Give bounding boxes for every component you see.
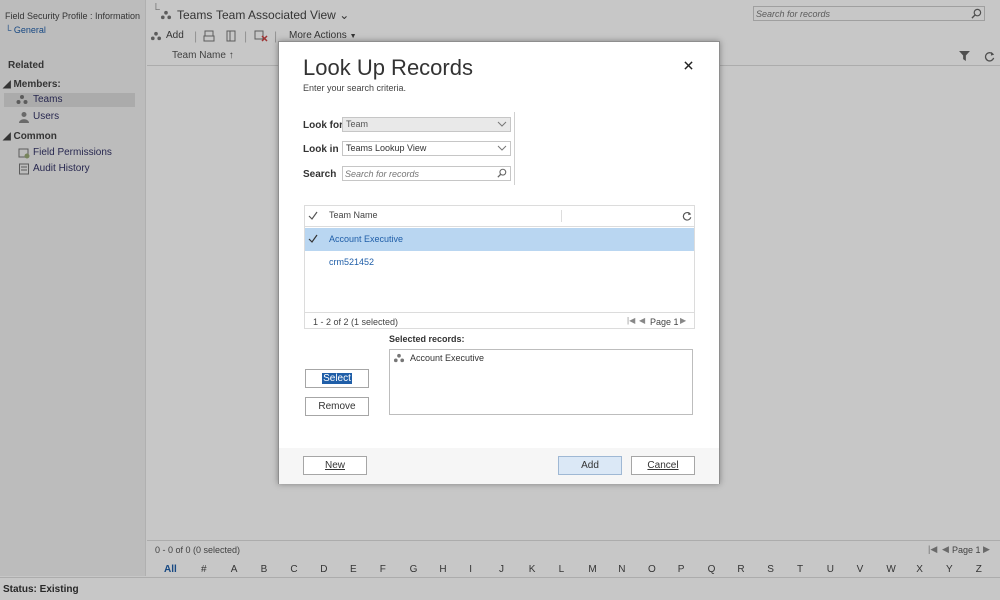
select-all-check-icon[interactable] (308, 211, 318, 220)
select-button[interactable]: Select (305, 369, 369, 388)
look-in-label: Look in (303, 144, 339, 155)
look-in-select[interactable]: Teams Lookup View (342, 141, 511, 156)
cancel-button-label: Cancel (647, 460, 679, 471)
remove-button[interactable]: Remove (305, 397, 369, 416)
look-for-label: Look for (303, 120, 343, 131)
next-page-icon[interactable]: ▶ (680, 316, 686, 325)
results-count: 1 - 2 of 2 (1 selected) (313, 317, 399, 327)
chevron-down-icon (497, 145, 507, 151)
lookup-records-dialog: Look Up Records Enter your search criter… (278, 41, 720, 484)
criteria-divider (514, 112, 515, 185)
grid-header-divider (305, 226, 694, 227)
column-divider (561, 210, 562, 222)
results-page-label: Page 1 (650, 317, 679, 327)
dialog-subtitle: Enter your search criteria. (303, 83, 407, 93)
look-for-select[interactable]: Team (342, 117, 511, 132)
new-button-label: New (324, 460, 345, 471)
look-for-value: Team (346, 119, 369, 129)
chevron-down-icon (497, 121, 507, 127)
close-icon[interactable] (684, 61, 693, 70)
search-label: Search (303, 169, 337, 180)
results-column-team-name[interactable]: Team Name (329, 210, 378, 220)
first-page-icon[interactable]: |◀ (627, 316, 635, 325)
table-row[interactable]: Account Executive (305, 228, 694, 251)
new-button[interactable]: New (303, 456, 367, 475)
table-row[interactable]: crm521452 (305, 252, 694, 274)
search-icon[interactable] (497, 168, 507, 178)
selected-records-label: Selected records: (389, 334, 465, 344)
result-name-link[interactable]: crm521452 (329, 257, 374, 267)
dialog-search-input[interactable] (345, 167, 490, 180)
grid-footer-divider (305, 312, 694, 313)
look-in-value: Teams Lookup View (346, 143, 427, 153)
dialog-title: Look Up Records (303, 55, 473, 80)
result-name-link[interactable]: Account Executive (329, 234, 403, 244)
select-button-label: Select (322, 373, 352, 384)
results-grid: Team Name Account Executive crm521452 1 … (304, 205, 695, 329)
previous-page-icon[interactable]: ◀ (639, 316, 645, 325)
cancel-button[interactable]: Cancel (631, 456, 695, 475)
row-check-icon[interactable] (308, 234, 318, 243)
refresh-icon[interactable] (682, 211, 692, 221)
dialog-footer: New Add Cancel (279, 448, 719, 484)
add-button[interactable]: Add (558, 456, 622, 475)
dialog-search-box[interactable] (342, 166, 511, 181)
selected-record-name: Account Executive (410, 353, 485, 363)
teams-icon (393, 353, 405, 363)
selected-records-list[interactable]: Account Executive (389, 349, 693, 415)
